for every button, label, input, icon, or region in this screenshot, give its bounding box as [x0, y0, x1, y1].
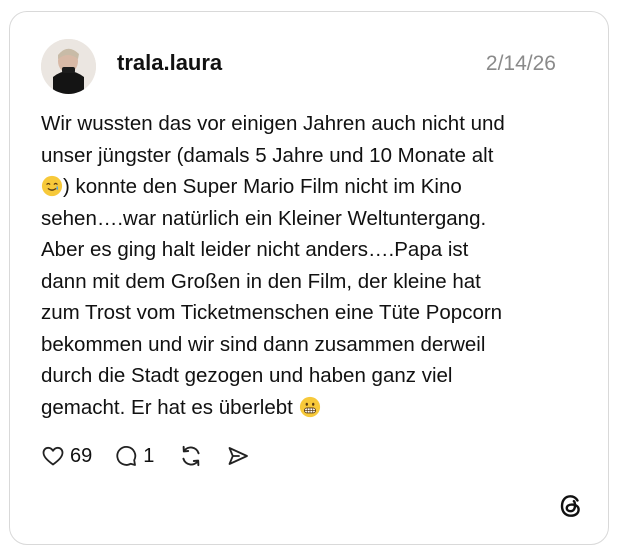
threads-logo-icon[interactable] — [557, 492, 585, 520]
post-line: ) konnte den Super Mario Film nicht im K… — [41, 171, 581, 203]
post-line: dann mit dem Großen in den Film, der kle… — [41, 269, 481, 293]
send-icon — [228, 447, 249, 465]
like-button[interactable]: 69 — [41, 444, 92, 468]
username[interactable]: trala.laura — [117, 49, 222, 77]
like-count: 69 — [70, 445, 93, 467]
post-date: 2/14/26 — [485, 52, 556, 75]
post-line-text: gemacht. Er hat es überlebt — [41, 395, 293, 419]
repost-button[interactable] — [178, 443, 204, 469]
post-body: Wir wussten das vor einigen Jahren auch … — [41, 108, 581, 423]
post-line: bekommen und wir sind dann zusammen derw… — [41, 332, 486, 356]
avatar[interactable] — [41, 39, 96, 94]
post-line: durch die Stadt gezogen und haben ganz v… — [41, 364, 453, 387]
post-line: Aber es ging halt leider nicht anders….P… — [41, 238, 469, 261]
reply-button[interactable]: 1 — [114, 444, 154, 468]
avatar-image — [41, 39, 96, 94]
smiling-face-with-tear-icon — [41, 175, 63, 197]
post-line: sehen….war natürlich ein Kleiner Weltunt… — [41, 206, 487, 230]
post-card: trala.laura 2/14/26 Wir wussten das vor … — [9, 11, 609, 545]
post-actions: 69 1 — [41, 441, 264, 471]
grimacing-face-icon — [299, 396, 320, 417]
heart-icon — [42, 446, 64, 466]
share-button[interactable] — [226, 444, 250, 468]
post-line: unser jüngster (damals 5 Jahre und 10 Mo… — [41, 143, 494, 167]
post-line: zum Trost vom Ticketmenschen eine Tüte P… — [41, 301, 503, 324]
repost-icon — [182, 445, 200, 467]
post-line: Wir wussten das vor einigen Jahren auch … — [41, 112, 505, 135]
comment-icon — [116, 446, 137, 466]
reply-count: 1 — [143, 445, 155, 467]
post-line-text: ) konnte den Super Mario Film nicht im K… — [63, 175, 462, 198]
post-line: gemacht. Er hat es überlebt — [41, 392, 581, 424]
